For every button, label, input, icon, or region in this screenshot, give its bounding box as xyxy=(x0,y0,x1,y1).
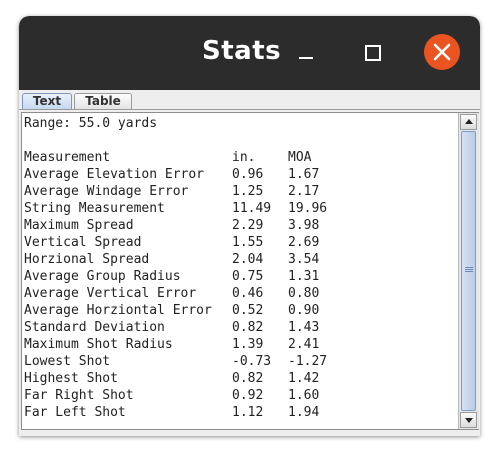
stat-row: String Measurement 11.49 19.96 xyxy=(24,200,444,217)
stat-moa: 19.96 xyxy=(288,201,328,216)
grip-line xyxy=(465,271,473,272)
stat-moa: 1.43 xyxy=(288,320,320,335)
grip-line xyxy=(465,269,473,270)
header-row: Measurement in. MOA xyxy=(24,149,444,166)
stat-name: Average Windage Error xyxy=(24,184,189,199)
stat-name: Standard Deviation xyxy=(24,320,165,335)
stat-moa: 2.17 xyxy=(288,184,320,199)
vertical-scrollbar[interactable] xyxy=(458,113,479,429)
stat-row: Average Windage Error 1.25 2.17 xyxy=(24,183,444,200)
stat-moa: 2.69 xyxy=(288,235,320,250)
stat-moa: 3.98 xyxy=(288,218,320,233)
stat-moa: 0.90 xyxy=(288,303,320,318)
stat-moa: 1.42 xyxy=(288,371,320,386)
stat-row: Average Vertical Error 0.46 0.80 xyxy=(24,285,444,302)
stat-name: Highest Shot xyxy=(24,371,118,386)
stat-inches: 0.82 xyxy=(232,371,264,386)
stat-row: Standard Deviation 0.82 1.43 xyxy=(24,319,444,336)
stat-inches: 0.96 xyxy=(232,167,264,182)
stat-name: String Measurement xyxy=(24,201,165,216)
stat-moa: 1.31 xyxy=(288,269,320,284)
stat-name: Average Horziontal Error xyxy=(24,303,212,318)
stat-inches: 0.75 xyxy=(232,269,264,284)
arrow-up-icon xyxy=(465,119,473,124)
stat-inches: 1.25 xyxy=(232,184,264,199)
stat-row: Average Elevation Error 0.96 1.67 xyxy=(24,166,444,183)
stat-inches: 2.04 xyxy=(232,252,264,267)
stat-name: Average Elevation Error xyxy=(24,167,205,182)
stat-name: Average Vertical Error xyxy=(24,286,197,301)
stat-inches: -0.73 xyxy=(232,354,272,369)
range-line: Range: 55.0 yards xyxy=(24,116,158,131)
stats-window: Stats Text Table Range: 55.0 yards Measu… xyxy=(19,16,480,436)
stat-row: Far Right Shot 0.92 1.60 xyxy=(24,387,444,404)
stat-moa: 0.80 xyxy=(288,286,320,301)
stat-name: Maximum Shot Radius xyxy=(24,337,173,352)
close-button[interactable] xyxy=(424,34,460,70)
maximize-icon[interactable] xyxy=(362,43,382,63)
stat-inches: 2.29 xyxy=(232,218,264,233)
stats-text-area[interactable]: Range: 55.0 yards Measurement in. MOA Av… xyxy=(23,114,456,428)
stat-name: Vertical Spread xyxy=(24,235,142,250)
stat-inches: 0.52 xyxy=(232,303,264,318)
stat-row: Maximum Shot Radius 1.39 2.41 xyxy=(24,336,444,353)
stat-moa: 2.41 xyxy=(288,337,320,352)
stat-row: Maximum Spread 2.29 3.98 xyxy=(24,217,444,234)
title-bar[interactable]: Stats xyxy=(19,16,480,90)
stat-row: Highest Shot 0.82 1.42 xyxy=(24,370,444,387)
stat-inches: 1.39 xyxy=(232,337,264,352)
stat-moa: 1.67 xyxy=(288,167,320,182)
tab-table[interactable]: Table xyxy=(74,93,132,109)
window-title: Stats xyxy=(202,36,282,66)
stat-row: Far Left Shot 1.12 1.94 xyxy=(24,404,444,421)
scroll-up-button[interactable] xyxy=(460,114,477,130)
stat-row: Horzional Spread 2.04 3.54 xyxy=(24,251,444,268)
stat-moa: 1.60 xyxy=(288,388,320,403)
stat-moa: 3.54 xyxy=(288,252,320,267)
stat-row: Average Group Radius 0.75 1.31 xyxy=(24,268,444,285)
stat-moa: 1.94 xyxy=(288,405,320,420)
tab-text[interactable]: Text xyxy=(22,93,72,110)
stats-text-panel: Range: 55.0 yards Measurement in. MOA Av… xyxy=(21,112,479,430)
stat-name: Lowest Shot xyxy=(24,354,111,369)
header-moa: MOA xyxy=(288,150,312,165)
stat-inches: 0.46 xyxy=(232,286,264,301)
grip-line xyxy=(465,267,473,268)
stat-inches: 11.49 xyxy=(232,201,272,216)
stat-name: Far Right Shot xyxy=(24,388,134,403)
stat-name: Maximum Spread xyxy=(24,218,134,233)
scroll-thumb[interactable] xyxy=(461,131,476,411)
stat-name: Far Left Shot xyxy=(24,405,126,420)
arrow-down-icon xyxy=(465,418,473,423)
stat-moa: -1.27 xyxy=(288,354,328,369)
stat-row: Vertical Spread 1.55 2.69 xyxy=(24,234,444,251)
stat-inches: 0.92 xyxy=(232,388,264,403)
stat-row: Average Horziontal Error 0.52 0.90 xyxy=(24,302,444,319)
header-inches: in. xyxy=(232,150,256,165)
stat-inches: 1.12 xyxy=(232,405,264,420)
close-icon xyxy=(433,43,451,61)
stat-row: Lowest Shot -0.73 -1.27 xyxy=(24,353,444,370)
header-measurement: Measurement xyxy=(24,150,111,165)
stat-name: Horzional Spread xyxy=(24,252,150,267)
stat-inches: 1.55 xyxy=(232,235,264,250)
scroll-down-button[interactable] xyxy=(460,412,477,428)
stat-inches: 0.82 xyxy=(232,320,264,335)
minimize-icon[interactable] xyxy=(296,44,316,64)
tab-divider xyxy=(19,109,480,110)
stat-name: Average Group Radius xyxy=(24,269,181,284)
